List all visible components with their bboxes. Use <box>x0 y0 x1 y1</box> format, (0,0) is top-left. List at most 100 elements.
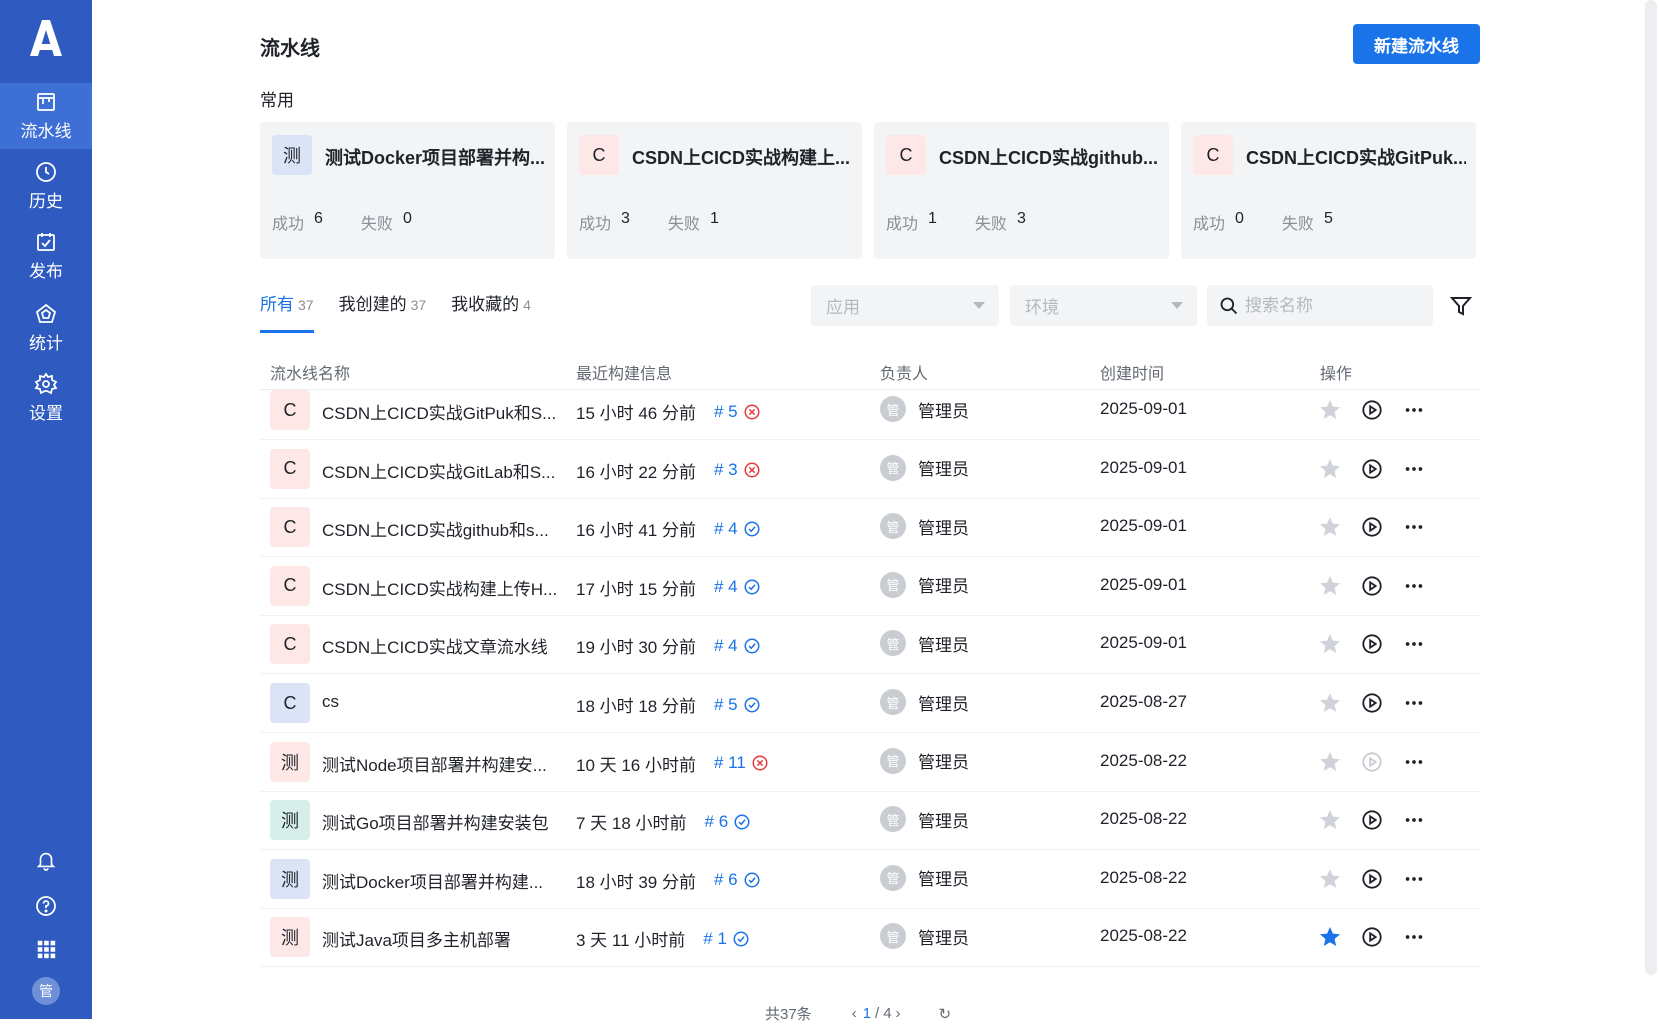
run-button[interactable] <box>1360 632 1384 656</box>
filter-icon[interactable] <box>1449 294 1473 318</box>
build-number-link[interactable]: # 5 <box>714 695 761 715</box>
sidebar-item-release[interactable]: 发布 <box>0 223 92 289</box>
star-button[interactable] <box>1318 691 1342 715</box>
build-number-link[interactable]: # 4 <box>714 577 761 597</box>
clock-icon <box>36 162 56 182</box>
search-icon <box>1220 297 1238 314</box>
more-button[interactable] <box>1402 515 1426 539</box>
app-logo[interactable] <box>0 0 92 76</box>
pipeline-name-link[interactable]: 测试Node项目部署并构建安... <box>322 751 562 776</box>
more-button[interactable] <box>1402 574 1426 598</box>
apps-grid-button[interactable] <box>0 932 92 966</box>
pipeline-name-link[interactable]: CSDN上CICD实战github和s... <box>322 516 562 541</box>
refresh-icon[interactable]: ↻ <box>939 1005 952 1023</box>
table-row[interactable]: C CSDN上CICD实战GitPuk和S... 15 小时 46 分前 # 5 管管理… <box>260 380 1480 440</box>
star-button[interactable] <box>1318 515 1342 539</box>
run-button[interactable] <box>1360 398 1384 422</box>
table-row[interactable]: 测测试Node项目部署并构建安... 10 天 16 小时前 # 11 管管理员 202… <box>260 732 1480 792</box>
fail-status-icon <box>752 755 768 771</box>
sidebar-item-stats[interactable]: 统计 <box>0 295 92 361</box>
notifications-button[interactable] <box>0 843 92 877</box>
build-time: 19 小时 30 分前 <box>576 638 696 658</box>
pipeline-name-link[interactable]: 测试Go项目部署并构建安装包 <box>322 809 562 834</box>
build-number-link[interactable]: # 6 <box>705 812 752 832</box>
star-button[interactable] <box>1318 398 1342 422</box>
pipeline-name-link[interactable]: 测试Docker项目部署并构建... <box>322 868 562 893</box>
table-row[interactable]: Ccs 18 小时 18 分前 # 5 管管理员 2025-08-27 <box>260 673 1480 733</box>
search-box <box>1207 285 1433 326</box>
star-button[interactable] <box>1318 867 1342 891</box>
run-button[interactable] <box>1360 574 1384 598</box>
build-number-link[interactable]: # 5 <box>714 402 761 422</box>
build-number-link[interactable]: # 4 <box>714 636 761 656</box>
star-button[interactable] <box>1318 925 1342 949</box>
pipeline-name-link[interactable]: CSDN上CICD实战构建上传H... <box>322 575 562 600</box>
run-button[interactable] <box>1360 515 1384 539</box>
more-button[interactable] <box>1402 398 1426 422</box>
more-button[interactable] <box>1402 867 1426 891</box>
favorite-card[interactable]: 测测试Docker项目部署并构... 成功 6 失败 0 <box>260 122 555 259</box>
table-row[interactable]: C CSDN上CICD实战构建上传H... 17 小时 15 分前 # 4 管管理员 20… <box>260 556 1480 616</box>
search-input[interactable] <box>1245 295 1415 316</box>
user-menu[interactable]: 管 <box>0 974 92 1008</box>
pipeline-avatar: C <box>1193 135 1233 175</box>
sidebar-item-settings[interactable]: 设置 <box>0 365 92 431</box>
tab-favorited[interactable]: 我收藏的 4 <box>451 290 531 333</box>
star-button[interactable] <box>1318 750 1342 774</box>
run-button[interactable] <box>1360 691 1384 715</box>
more-button[interactable] <box>1402 632 1426 656</box>
env-select[interactable]: 环境 <box>1010 285 1197 326</box>
table-row[interactable]: 测测试Docker项目部署并构建... 18 小时 39 分前 # 6 管管理员 202… <box>260 849 1480 909</box>
table-row[interactable]: 测测试Go项目部署并构建安装包 7 天 18 小时前 # 6 管管理员 2025-08-… <box>260 790 1480 850</box>
run-button[interactable] <box>1360 925 1384 949</box>
row-actions <box>1318 867 1444 891</box>
build-time: 3 天 11 小时前 <box>576 931 686 951</box>
more-button[interactable] <box>1402 691 1426 715</box>
build-number-link[interactable]: # 6 <box>714 870 761 890</box>
run-button[interactable] <box>1360 457 1384 481</box>
sidebar-item-pipeline[interactable]: 流水线 <box>0 83 92 149</box>
build-number-link[interactable]: # 4 <box>714 519 761 539</box>
more-button[interactable] <box>1402 750 1426 774</box>
table-row[interactable]: 测测试Java项目多主机部署 3 天 11 小时前 # 1 管管理员 2025-08-2… <box>260 907 1480 967</box>
table-row[interactable]: C CSDN上CICD实战github和s... 16 小时 41 分前 # 4 管管理… <box>260 497 1480 557</box>
pipeline-name-link[interactable]: cs <box>322 692 562 712</box>
scrollbar[interactable] <box>1645 0 1657 975</box>
star-button[interactable] <box>1318 457 1342 481</box>
pipeline-name-link[interactable]: CSDN上CICD实战文章流水线 <box>322 633 562 658</box>
pipeline-name-link[interactable]: CSDN上CICD实战GitLab和S... <box>322 458 562 483</box>
pager-next[interactable]: › <box>896 1005 901 1022</box>
more-button[interactable] <box>1402 457 1426 481</box>
pipeline-name-link[interactable]: 测试Java项目多主机部署 <box>322 926 562 951</box>
pager-prev[interactable]: ‹ <box>852 1005 857 1022</box>
build-time: 15 小时 46 分前 <box>576 404 696 423</box>
favorite-card[interactable]: C CSDN上CICD实战github... 成功 1 失败 3 <box>874 122 1169 259</box>
more-button[interactable] <box>1402 808 1426 832</box>
pager-current[interactable]: 1 <box>863 1005 871 1022</box>
sidebar-item-history[interactable]: 历史 <box>0 153 92 219</box>
star-button[interactable] <box>1318 632 1342 656</box>
run-button[interactable] <box>1360 750 1384 774</box>
favorite-card[interactable]: C CSDN上CICD实战构建上... 成功 3 失败 1 <box>567 122 862 259</box>
new-pipeline-button[interactable]: 新建流水线 <box>1353 24 1480 64</box>
build-number-link[interactable]: # 3 <box>714 460 761 480</box>
favorite-card[interactable]: C CSDN上CICD实战GitPuk... 成功 0 失败 5 <box>1181 122 1476 259</box>
tab-created[interactable]: 我创建的 37 <box>339 290 427 333</box>
build-stats: 成功 6 失败 0 <box>272 210 450 234</box>
row-actions <box>1318 808 1444 832</box>
tab-all[interactable]: 所有 37 <box>260 290 314 333</box>
build-number-link[interactable]: # 11 <box>714 753 769 773</box>
favorites-label: 常用 <box>260 91 294 110</box>
star-button[interactable] <box>1318 574 1342 598</box>
run-button[interactable] <box>1360 867 1384 891</box>
table-row[interactable]: C CSDN上CICD实战文章流水线 19 小时 30 分前 # 4 管管理员 2025-… <box>260 614 1480 674</box>
run-button[interactable] <box>1360 808 1384 832</box>
build-number-link[interactable]: # 1 <box>703 929 750 949</box>
help-button[interactable] <box>0 889 92 923</box>
app-select[interactable]: 应用 <box>811 285 999 326</box>
table-row[interactable]: C CSDN上CICD实战GitLab和S... 16 小时 22 分前 # 3 管管理… <box>260 439 1480 499</box>
star-button[interactable] <box>1318 808 1342 832</box>
more-button[interactable] <box>1402 925 1426 949</box>
tab-label: 我收藏的 <box>451 295 520 314</box>
pipeline-name-link[interactable]: CSDN上CICD实战GitPuk和S... <box>322 399 562 424</box>
